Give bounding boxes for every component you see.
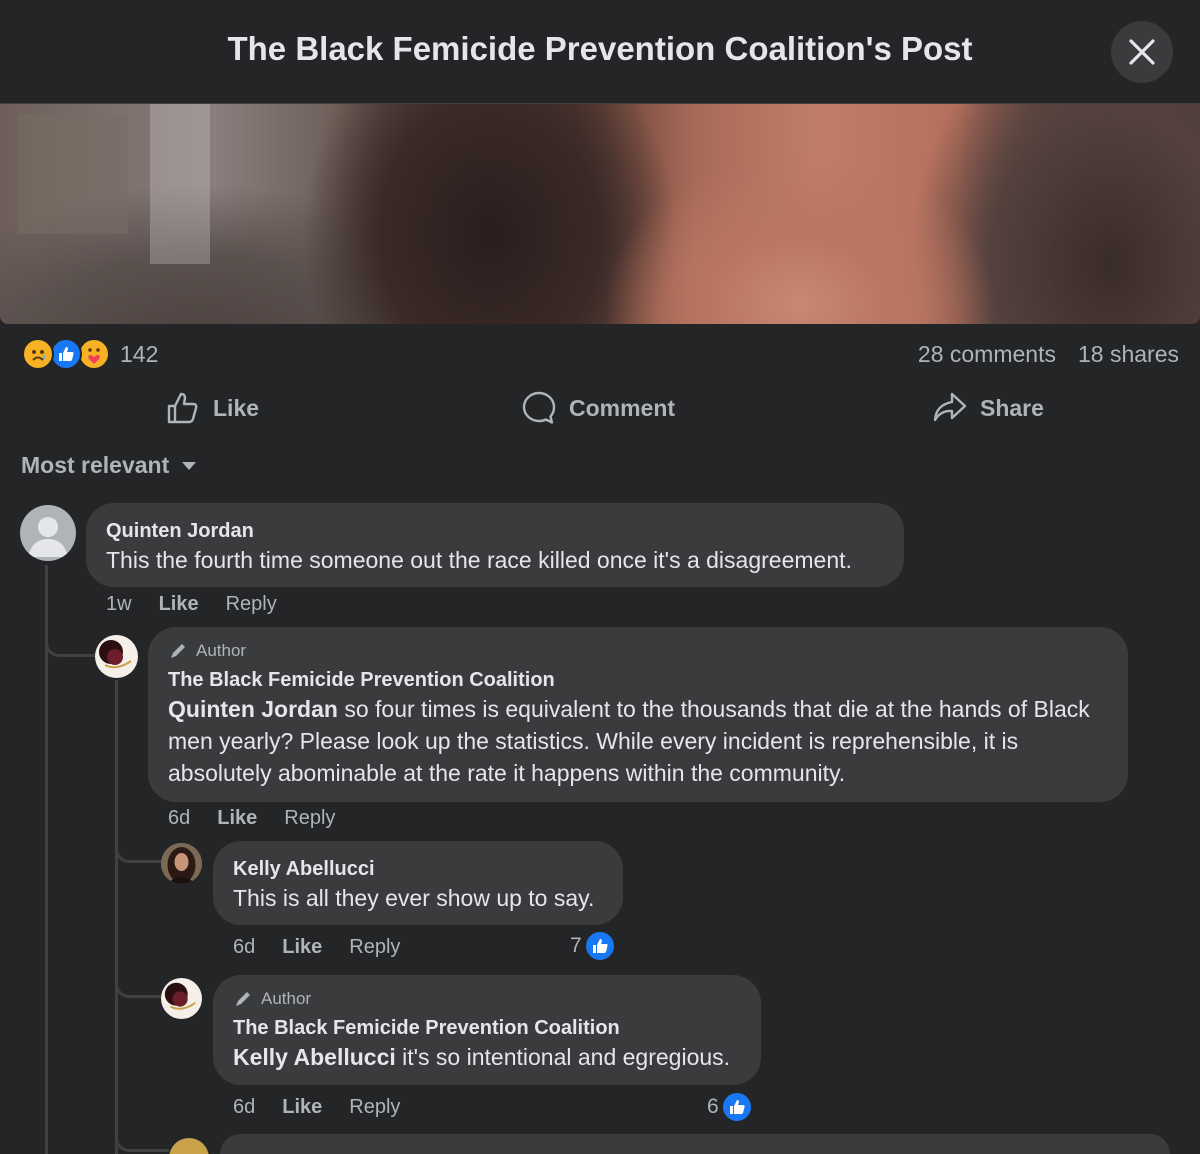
coalition-logo-icon (161, 978, 202, 1019)
comment-button[interactable]: Comment (521, 384, 675, 432)
engagement-counts: 28 comments 18 shares (918, 341, 1179, 368)
thread-connector (115, 838, 161, 863)
post-header: The Black Femicide Prevention Coalition'… (0, 0, 1200, 104)
comment-reaction-count[interactable]: 6 (707, 1091, 753, 1123)
comment-text: This the fourth time someone out the rac… (106, 547, 852, 573)
comment-meta: 6d Like Reply (233, 936, 400, 959)
comment-text: This is all they ever show up to say. (233, 885, 595, 911)
comment-bubble: Kelly Abellucci This is all they ever sh… (213, 841, 623, 925)
mention-link[interactable]: Kelly Abellucci (233, 1044, 396, 1070)
comments-count-link[interactable]: 28 comments (918, 341, 1056, 368)
comment-reply-button[interactable]: Reply (226, 593, 277, 616)
thread-connector (45, 630, 95, 657)
like-button-label: Like (213, 394, 260, 421)
avatar[interactable] (161, 843, 202, 884)
mention-link[interactable]: Quinten Jordan (168, 696, 338, 722)
comment-timestamp[interactable]: 1w (106, 593, 132, 616)
thread-line (45, 565, 48, 1154)
user-photo-icon (161, 843, 202, 884)
comment-bubble: Author The Black Femicide Prevention Coa… (148, 627, 1128, 802)
like-badge-icon (720, 1091, 753, 1123)
comment-meta: 6d Like Reply (168, 807, 335, 830)
comment-bubble: Quinten Jordan This the fourth time some… (86, 503, 904, 587)
commenter-name[interactable]: Quinten Jordan (106, 518, 884, 544)
care-reaction-icon (78, 338, 110, 370)
thread-line (115, 680, 118, 1154)
author-badge: Author (168, 639, 1108, 663)
author-label: Author (261, 989, 312, 1008)
share-button[interactable]: Share (932, 384, 1044, 432)
comment-text: Quinten Jordan so four times is equivale… (168, 693, 1108, 789)
comment-like-button[interactable]: Like (217, 807, 257, 830)
avatar[interactable] (161, 978, 202, 1019)
comment-timestamp[interactable]: 6d (233, 1096, 255, 1119)
post-title: The Black Femicide Prevention Coalition'… (227, 30, 973, 67)
avatar[interactable] (95, 635, 138, 678)
comment-bubble: Author The Black Femicide Prevention Coa… (213, 975, 761, 1085)
reaction-summary[interactable]: 142 (22, 337, 158, 371)
like-count: 6 (707, 1095, 719, 1118)
close-button[interactable] (1111, 21, 1173, 83)
like-button[interactable]: Like (165, 384, 259, 432)
sad-reaction-icon (22, 338, 54, 370)
comment-text: Kelly Abellucci it's so intentional and … (233, 1041, 741, 1073)
share-icon (933, 392, 967, 422)
default-user-icon (28, 517, 68, 557)
comment-like-button[interactable]: Like (282, 1096, 322, 1119)
commenter-name[interactable]: The Black Femicide Prevention Coalition (168, 667, 1108, 693)
comment-like-button[interactable]: Like (159, 593, 199, 616)
post-action-bar: Like Comment Share (0, 384, 1200, 432)
comment-sort-dropdown[interactable]: Most relevant (21, 452, 197, 479)
shares-count-link[interactable]: 18 shares (1078, 341, 1179, 368)
like-count: 7 (570, 934, 582, 957)
reaction-count: 142 (120, 340, 159, 367)
avatar[interactable] (20, 505, 76, 561)
thumbs-up-icon (167, 392, 198, 424)
caret-down-icon (182, 461, 197, 470)
pen-icon (236, 992, 250, 1006)
photo-background-stripe (150, 104, 210, 264)
thread-connector (115, 973, 161, 998)
comment-button-label: Comment (569, 394, 676, 421)
comment-icon (522, 391, 556, 424)
sort-label: Most relevant (21, 452, 170, 478)
comment-timestamp[interactable]: 6d (233, 936, 255, 959)
close-icon (1129, 39, 1155, 65)
comment-timestamp[interactable]: 6d (168, 807, 190, 830)
coalition-logo-icon (95, 635, 138, 678)
comment-reply-button[interactable]: Reply (349, 1096, 400, 1119)
commenter-name[interactable]: Kelly Abellucci (233, 856, 603, 882)
comment-body: it's so intentional and egregious. (395, 1044, 731, 1070)
pen-icon (171, 644, 185, 658)
comment-like-button[interactable]: Like (282, 936, 322, 959)
reply-composer-input[interactable] (220, 1134, 1170, 1154)
comment-meta: 6d Like Reply (233, 1096, 400, 1119)
comment-reply-button[interactable]: Reply (349, 936, 400, 959)
commenter-name[interactable]: The Black Femicide Prevention Coalition (233, 1015, 741, 1041)
author-badge: Author (233, 987, 741, 1011)
comment-reaction-count[interactable]: 7 (570, 930, 616, 962)
avatar[interactable] (169, 1138, 209, 1154)
like-reaction-icon (50, 338, 82, 370)
like-badge-icon (583, 930, 616, 962)
comment-reply-button[interactable]: Reply (284, 807, 335, 830)
author-label: Author (196, 641, 247, 660)
photo-background-frame (18, 114, 128, 234)
comment-meta: 1w Like Reply (106, 593, 277, 616)
share-button-label: Share (980, 394, 1044, 421)
thread-connector (115, 1132, 169, 1152)
post-image[interactable] (0, 104, 1200, 324)
